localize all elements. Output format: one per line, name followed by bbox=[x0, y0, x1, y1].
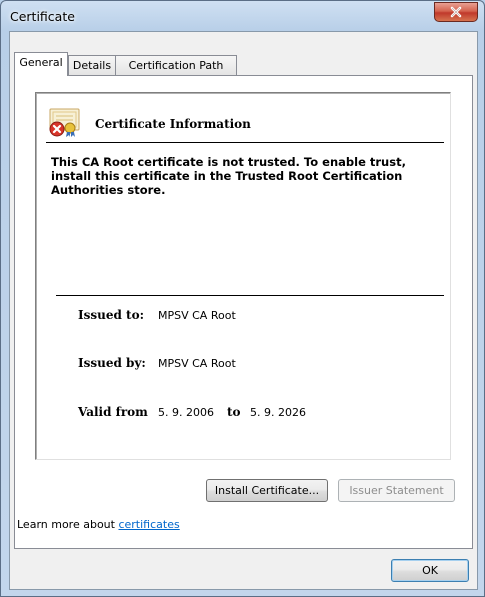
ok-button[interactable]: OK bbox=[391, 559, 469, 582]
tab-details[interactable]: Details bbox=[68, 55, 116, 75]
valid-to-label: to bbox=[227, 405, 241, 419]
issuer-statement-button[interactable]: Issuer Statement bbox=[338, 479, 455, 502]
general-tab-panel: Certificate Information This CA Root cer… bbox=[14, 75, 473, 549]
issued-by-label: Issued by: bbox=[78, 356, 146, 370]
valid-from-label: Valid from bbox=[78, 405, 148, 419]
issued-by-value: MPSV CA Root bbox=[158, 357, 236, 370]
heading-divider bbox=[46, 142, 444, 143]
title-bar[interactable]: Certificate bbox=[1, 1, 484, 33]
certificate-window: Certificate General Details Certificatio… bbox=[0, 0, 485, 597]
tab-label: Certification Path bbox=[128, 59, 224, 72]
install-certificate-button[interactable]: Install Certificate... bbox=[206, 479, 328, 502]
tab-label: General bbox=[19, 56, 63, 69]
tab-label: Details bbox=[72, 59, 112, 72]
window-title: Certificate bbox=[10, 9, 75, 24]
learn-more-prefix: Learn more about bbox=[17, 518, 119, 531]
certificate-info-box: Certificate Information This CA Root cer… bbox=[35, 92, 451, 460]
tab-certification-path[interactable]: Certification Path bbox=[115, 55, 237, 75]
untrusted-certificate-icon bbox=[49, 108, 80, 137]
issued-to-value: MPSV CA Root bbox=[158, 309, 236, 322]
valid-to-value: 5. 9. 2026 bbox=[250, 406, 306, 419]
details-divider bbox=[56, 295, 444, 296]
dialog-client-area: General Details Certification Path Certi… bbox=[9, 31, 478, 590]
close-button[interactable] bbox=[434, 2, 478, 22]
trust-warning-text: This CA Root certificate is not trusted.… bbox=[51, 155, 406, 197]
learn-more-text: Learn more about certificates bbox=[17, 518, 180, 531]
tab-general[interactable]: General bbox=[14, 52, 68, 76]
close-icon bbox=[450, 6, 462, 18]
issued-to-label: Issued to: bbox=[78, 308, 145, 322]
valid-from-value: 5. 9. 2006 bbox=[158, 406, 214, 419]
certificates-link[interactable]: certificates bbox=[118, 518, 179, 531]
info-heading: Certificate Information bbox=[95, 117, 251, 131]
